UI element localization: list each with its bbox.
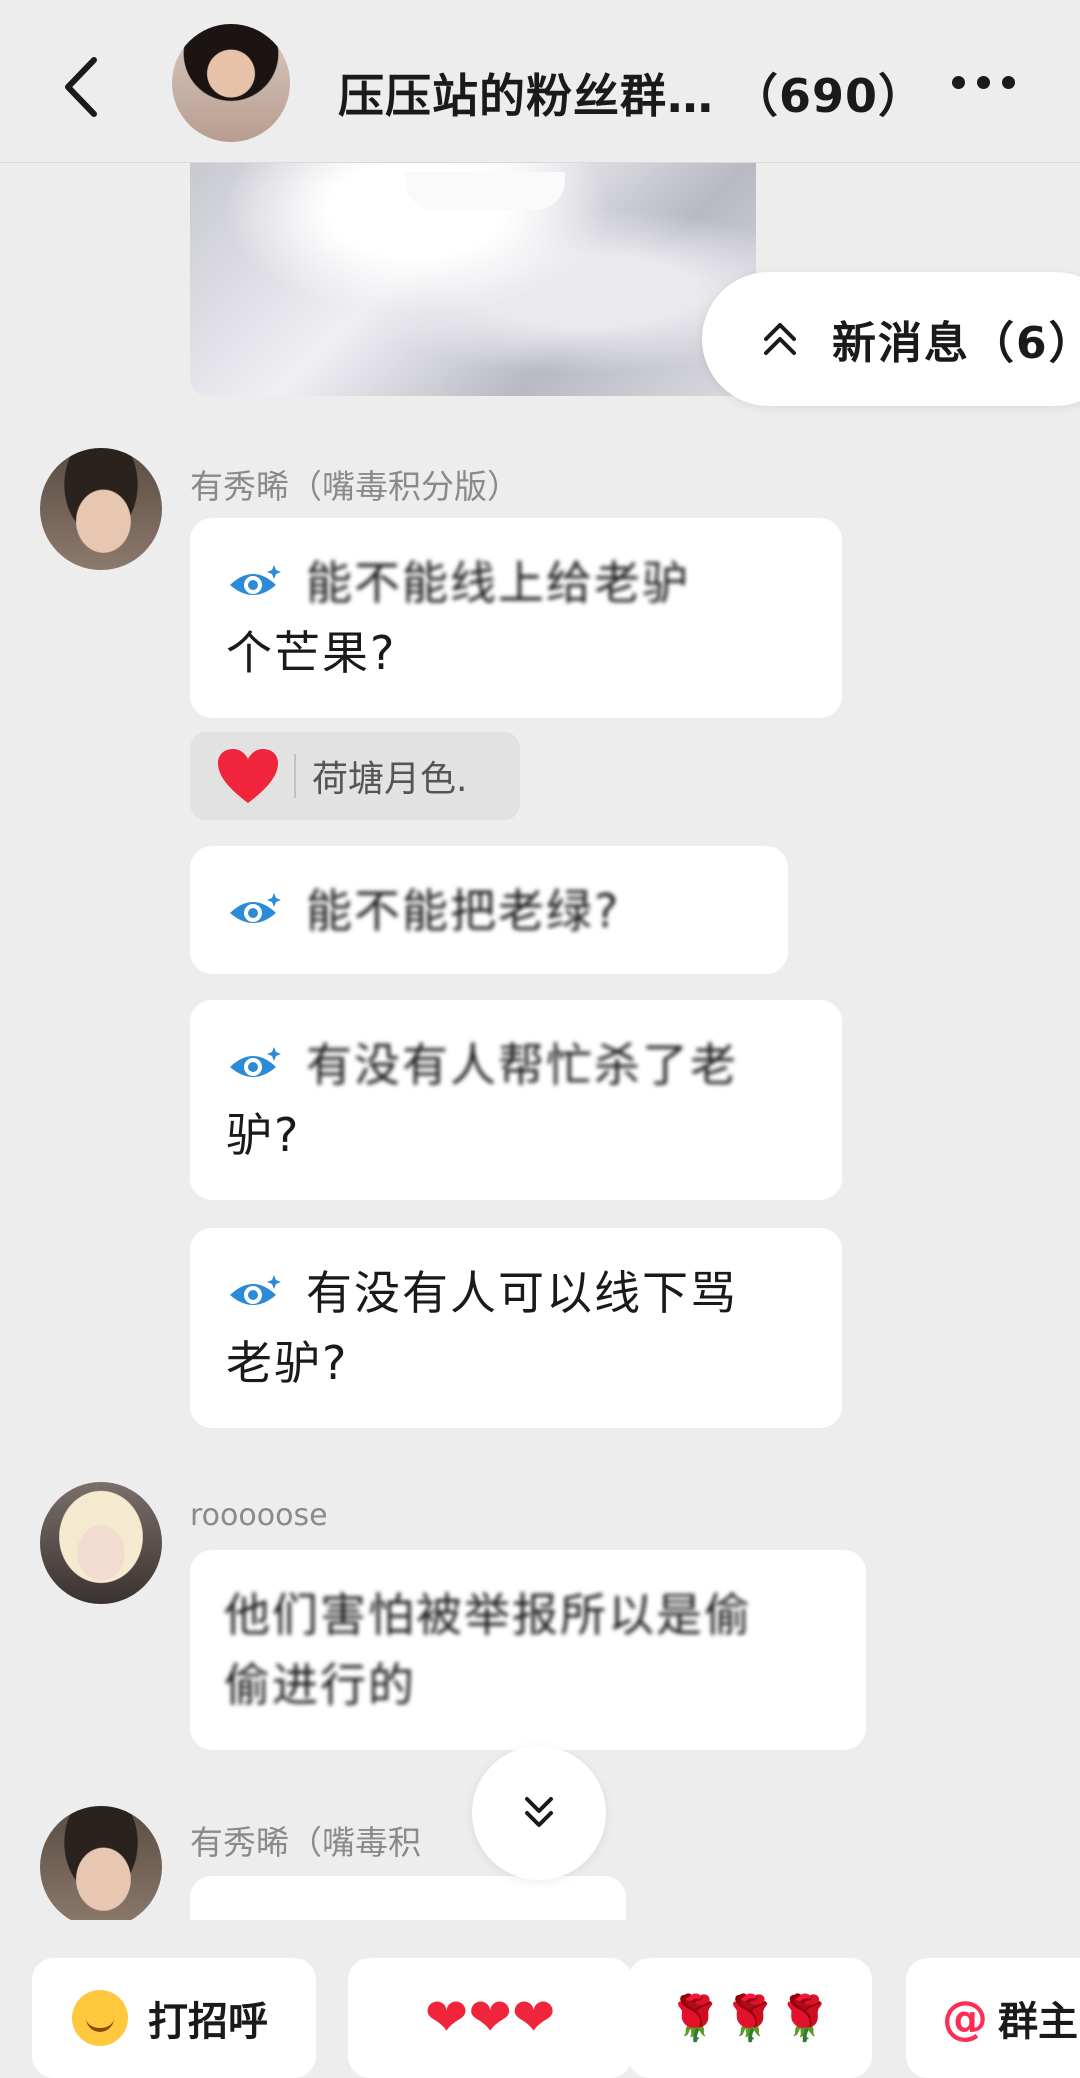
message-text: 有没有人帮忙杀了老 xyxy=(306,1038,738,1092)
sender-name: rooooose xyxy=(190,1498,328,1533)
chevron-left-icon xyxy=(65,57,97,117)
chat-header: 压压站的粉丝群… （690） xyxy=(0,0,1080,163)
eye-sparkle-icon xyxy=(230,1275,281,1305)
more-dot-icon xyxy=(977,76,990,89)
member-count: （690） xyxy=(732,69,926,123)
chat-bubble[interactable]: 能不能把老绿? xyxy=(190,846,788,974)
divider xyxy=(294,754,296,798)
quick-reply-label: 🌹🌹🌹 xyxy=(667,1993,833,2044)
chat-bubble[interactable]: 有没有人可以线下骂 老驴? xyxy=(190,1228,842,1428)
avatar[interactable] xyxy=(40,1482,162,1604)
quick-reply-label: ❤❤❤ xyxy=(424,1988,556,2048)
eye-sparkle-icon xyxy=(230,565,281,595)
message-text: 能不能把老绿? xyxy=(306,884,621,938)
quick-reply-bar: 打招呼 ❤❤❤ 🌹🌹🌹 @ 群主 xyxy=(0,1920,1080,2078)
sender-name: 有秀晞（嘴毒积 xyxy=(190,1823,421,1862)
chat-bubble[interactable]: 有没有人帮忙杀了老 驴? xyxy=(190,1000,842,1200)
message-text: 个芒果? xyxy=(226,626,397,680)
double-chevron-up-icon xyxy=(764,323,796,355)
quick-reply-label: 打招呼 xyxy=(148,1999,268,2045)
more-options-button[interactable] xyxy=(946,62,1026,106)
quick-reply-roses[interactable]: 🌹🌹🌹 xyxy=(628,1958,872,2078)
smile-wave-icon xyxy=(72,1990,128,2046)
avatar[interactable] xyxy=(40,1806,162,1928)
at-icon: @ xyxy=(942,1991,988,2045)
group-title[interactable]: 压压站的粉丝群… （690） xyxy=(338,60,925,126)
eye-sparkle-icon xyxy=(230,1047,281,1077)
quick-reply-label: 群主 xyxy=(998,1999,1078,2045)
reaction-chip[interactable]: 荷塘月色. xyxy=(190,732,520,820)
group-name: 压压站的粉丝群… xyxy=(338,69,714,123)
sender-name: 有秀晞（嘴毒积分版） xyxy=(190,467,520,506)
group-avatar[interactable] xyxy=(172,24,290,142)
more-dot-icon xyxy=(1002,76,1015,89)
message-text: 他们害怕被举报所以是偷 xyxy=(224,1588,752,1642)
quick-reply-mention-owner[interactable]: @ 群主 xyxy=(906,1958,1080,2078)
heart-icon xyxy=(218,749,278,803)
scroll-to-bottom-button[interactable] xyxy=(472,1746,606,1880)
chat-bubble[interactable]: 能不能线上给老驴 个芒果? xyxy=(190,518,842,718)
quick-reply-greet[interactable]: 打招呼 xyxy=(32,1958,316,2078)
back-button[interactable] xyxy=(58,52,106,122)
message-text: 老驴? xyxy=(226,1336,349,1390)
message-text: 有没有人可以线下骂 xyxy=(306,1266,738,1320)
double-chevron-down-icon xyxy=(525,1797,553,1827)
more-dot-icon xyxy=(952,76,965,89)
reaction-user-name: 荷塘月色. xyxy=(312,759,468,800)
quick-reply-hearts[interactable]: ❤❤❤ xyxy=(348,1958,632,2078)
avatar[interactable] xyxy=(40,448,162,570)
chat-bubble[interactable]: 他们害怕被举报所以是偷 偷进行的 xyxy=(190,1550,866,1750)
new-messages-button[interactable]: 新消息（6） xyxy=(702,272,1080,406)
message-text: 能不能线上给老驴 xyxy=(306,556,690,610)
message-text: 驴? xyxy=(226,1108,301,1162)
eye-sparkle-icon xyxy=(230,893,281,923)
message-text: 偷进行的 xyxy=(224,1658,416,1712)
image-message[interactable] xyxy=(190,162,756,396)
new-messages-label: 新消息（6） xyxy=(832,318,1080,369)
